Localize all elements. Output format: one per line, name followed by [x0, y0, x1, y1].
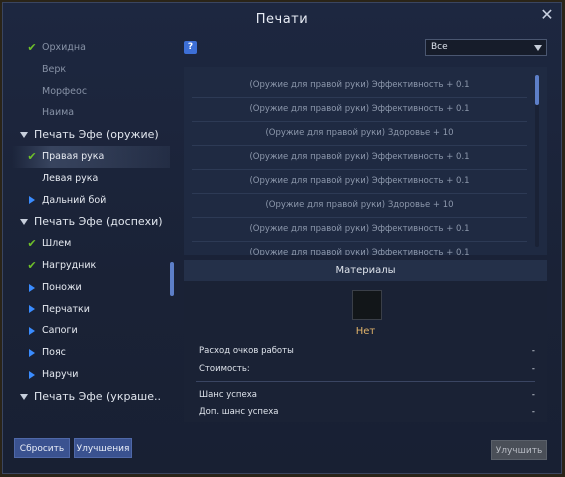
success-chance-row: Шанс успеха - [199, 390, 535, 404]
close-icon[interactable]: ✕ [539, 7, 555, 23]
tree-scrollbar-thumb[interactable] [170, 262, 174, 296]
effect-row[interactable]: (Оружие для правой руки) Здоровье + 10 [192, 194, 527, 218]
list-padding [184, 67, 547, 74]
tree-item-label: Орхидна [42, 42, 86, 53]
divider [196, 381, 535, 382]
checkmark-icon: ✔ [27, 237, 37, 251]
tree-section[interactable]: Печать Эфе (украше.. [12, 386, 170, 408]
checkmark-icon: ✔ [27, 41, 37, 54]
effects-list: (Оружие для правой руки) Эффективность +… [184, 67, 547, 255]
cost-label: Стоимость: [199, 364, 250, 374]
material-none-label: Нет [355, 326, 376, 337]
work-points-value: - [531, 346, 535, 356]
tree-item-label: Перчатки [42, 303, 90, 315]
cost-value: - [531, 364, 535, 374]
tree-item-label: Печать Эфе (оружие) [34, 128, 159, 142]
filter-select[interactable]: Все [425, 39, 547, 56]
tree-item[interactable]: Левая рука [12, 168, 170, 190]
tree-item[interactable]: ✔ Орхидна [12, 37, 170, 59]
work-points-label: Расход очков работы [199, 346, 294, 356]
tree-item-label: Левая рука [42, 172, 99, 184]
reset-button[interactable]: Сбросить [14, 438, 70, 458]
effect-row[interactable]: (Оружие для правой руки) Эффективность +… [192, 98, 527, 122]
success-chance-value: - [531, 390, 535, 400]
tree-item-label: Верк [42, 63, 67, 75]
bonus-chance-row: Доп. шанс успеха - [199, 407, 535, 421]
work-points-row: Расход очков работы - [199, 346, 535, 360]
tree-item[interactable]: Перчатки [12, 299, 170, 321]
tree-item[interactable]: Сапоги [12, 320, 170, 342]
tree-item[interactable]: ✔ Нагрудник [12, 255, 170, 277]
tree-item-label: Поножи [42, 281, 82, 293]
tree-item-label: Печать Эфе (украше.. [34, 389, 162, 403]
materials-panel: Материалы Нет Расход очков работы - Стои… [184, 260, 547, 422]
tree-item-label: Шлем [42, 238, 72, 250]
title-bar: Печати ✕ [3, 3, 561, 33]
effect-row[interactable]: (Оружие для правой руки) Эффективность +… [192, 146, 527, 170]
triangle-right-icon [26, 320, 38, 342]
tree-item[interactable]: Дальний бой [12, 190, 170, 212]
tree-item-label: Сапоги [42, 325, 78, 337]
triangle-down-icon [18, 124, 30, 146]
window-title: Печати [255, 12, 309, 27]
bonus-chance-value: - [531, 407, 535, 417]
tree-item[interactable]: Поножи [12, 277, 170, 299]
material-slot[interactable] [352, 290, 382, 320]
effect-row[interactable]: (Оружие для правой руки) Эффективность +… [192, 74, 527, 98]
tree-item[interactable]: Пояс [12, 342, 170, 364]
tree-item-label: Нагрудник [42, 259, 97, 271]
tree-item-label: Наручи [42, 368, 79, 380]
tree-item[interactable]: Морфеос [12, 81, 170, 103]
tree-section[interactable]: Печать Эфе (доспехи) [12, 211, 170, 233]
list-scrollbar-thumb[interactable] [535, 75, 539, 105]
effect-row[interactable]: (Оружие для правой руки) Эффективность +… [192, 218, 527, 242]
tree-item-label: Правая рука [42, 150, 105, 162]
tree-item[interactable]: Наима [12, 102, 170, 124]
success-chance-label: Шанс успеха [199, 390, 257, 400]
tree-item[interactable]: ✔ Шлем [12, 233, 170, 255]
upgrade-button[interactable]: Улучшить [491, 440, 547, 460]
seal-tree: ✔ Орхидна Верк Морфеос Наима Печать Эфе (оруж… [12, 37, 170, 423]
tree-item-label: Наима [42, 107, 75, 119]
checkmark-icon: ✔ [27, 149, 37, 163]
triangle-right-icon [26, 299, 38, 321]
tree-item[interactable]: ✔ Правая рука [12, 145, 170, 168]
checkmark-icon: ✔ [27, 258, 37, 272]
materials-title: Материалы [184, 260, 547, 281]
tree-item-label: Пояс [42, 347, 66, 359]
help-icon[interactable]: ? [184, 41, 197, 54]
triangle-right-icon [26, 277, 38, 299]
chevron-down-icon [534, 45, 542, 51]
effect-row[interactable]: (Оружие для правой руки) Эффективность +… [192, 242, 527, 255]
triangle-right-icon [26, 364, 38, 386]
tree-item-label: Морфеос [42, 85, 88, 97]
tree-item[interactable]: Верк [12, 59, 170, 81]
triangle-down-icon [18, 211, 30, 233]
triangle-down-icon [18, 386, 30, 408]
tree-item-label: Дальний бой [42, 194, 107, 206]
bonus-chance-label: Доп. шанс успеха [199, 407, 279, 417]
effect-row[interactable]: (Оружие для правой руки) Эффективность +… [192, 170, 527, 194]
upgrades-button[interactable]: Улучшения [74, 438, 132, 458]
effect-row[interactable]: (Оружие для правой руки) Здоровье + 10 [192, 122, 527, 146]
filter-select-value: Все [431, 42, 448, 52]
tree-item-label: Печать Эфе (доспехи) [34, 215, 163, 229]
triangle-right-icon [26, 342, 38, 364]
cost-row: Стоимость: - [199, 364, 535, 378]
tree-section[interactable]: Печать Эфе (оружие) [12, 124, 170, 146]
triangle-right-icon [26, 190, 38, 212]
tree-item[interactable]: Наручи [12, 364, 170, 386]
